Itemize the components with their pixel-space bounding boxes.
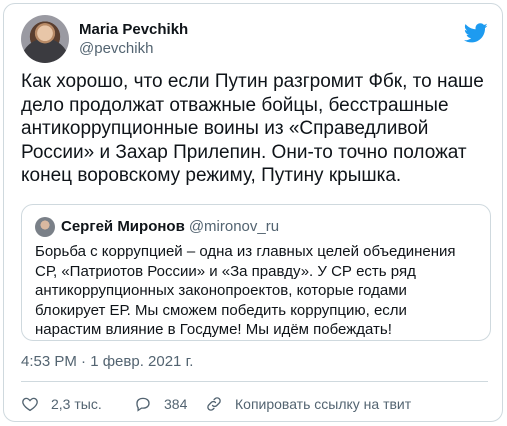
author-handle[interactable]: @pevchikh <box>79 39 188 58</box>
author-names[interactable]: Maria Pevchikh @pevchikh <box>79 20 188 58</box>
quoted-names: Сергей Миронов @mironov_ru <box>61 218 279 235</box>
action-bar: 2,3 тыс. 384 Копировать ссылку на твит <box>21 393 491 415</box>
quoted-display-name: Сергей Миронов <box>61 218 185 235</box>
timestamp[interactable]: 4:53 PM · 1 февр. 2021 г. <box>21 353 193 370</box>
like-count: 2,3 тыс. <box>51 396 102 412</box>
heart-icon <box>22 397 38 412</box>
reply-count: 384 <box>164 396 188 412</box>
quoted-text: Борьба с коррупцией – одна из главных це… <box>35 243 456 339</box>
author-display-name[interactable]: Maria Pevchikh <box>79 20 188 39</box>
tweet-header: Maria Pevchikh @pevchikh <box>21 15 488 65</box>
copy-link-button[interactable]: Копировать ссылку на твит <box>205 393 411 415</box>
tweet-card[interactable]: Maria Pevchikh @pevchikh Как хорошо, что… <box>3 3 503 422</box>
quoted-handle: @mironov_ru <box>188 218 280 235</box>
divider <box>21 381 488 382</box>
copy-link-label: Копировать ссылку на твит <box>235 396 412 412</box>
twitter-bird-icon[interactable] <box>464 21 488 45</box>
reply-button[interactable]: 384 <box>134 393 187 415</box>
tweet-text: Как хорошо, что если Путин разгромит Фбк… <box>21 71 484 186</box>
quoted-tweet[interactable]: Сергей Миронов @mironov_ru Борьба с корру… <box>21 204 491 341</box>
reply-bubble-icon <box>136 397 150 412</box>
avatar[interactable] <box>21 15 69 63</box>
quoted-avatar <box>35 217 55 237</box>
link-icon <box>207 397 221 411</box>
like-button[interactable]: 2,3 тыс. <box>21 393 102 415</box>
